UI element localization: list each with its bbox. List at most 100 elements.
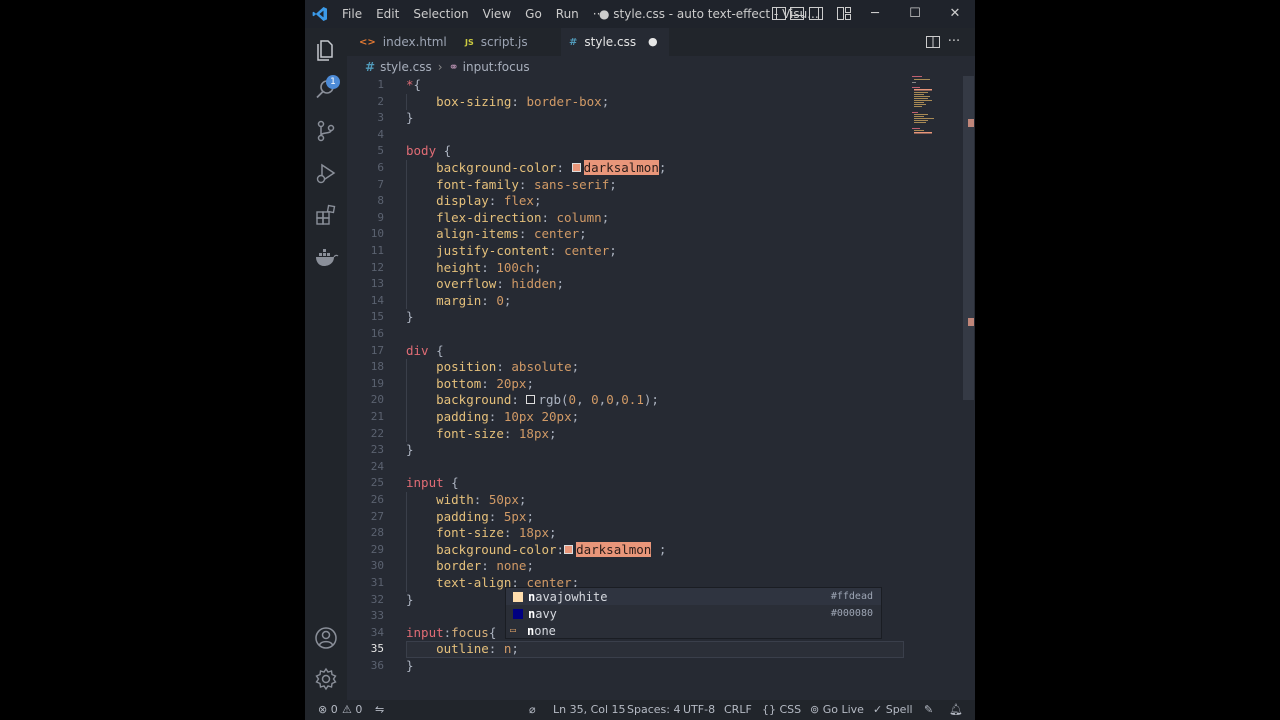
code-line[interactable]: background: rgb(0, 0,0,0.1); xyxy=(406,392,659,409)
tab-index-html[interactable]: <> index.html xyxy=(359,28,463,56)
code-token: background-color xyxy=(436,160,557,175)
menu-view[interactable]: View xyxy=(476,0,518,28)
code-line[interactable]: } xyxy=(406,592,414,609)
color-swatch-icon xyxy=(513,608,523,619)
code-line[interactable]: outline: n; xyxy=(406,641,519,658)
extensions-button[interactable] xyxy=(313,202,339,228)
feedback-icon[interactable]: ✎ xyxy=(924,700,933,720)
customize-layout-icon[interactable] xyxy=(837,7,851,20)
code-line[interactable]: } xyxy=(406,442,414,459)
cursor-position-status[interactable]: Ln 35, Col 15 xyxy=(553,700,626,720)
breadcrumb-symbol[interactable]: input:focus xyxy=(463,60,530,74)
split-editor-icon[interactable] xyxy=(926,35,940,49)
errors-status[interactable]: ⊗ 0 xyxy=(318,700,338,720)
spell-status[interactable]: ✓ Spell xyxy=(873,700,913,720)
suggestion-none[interactable]: ▭ n one xyxy=(506,622,881,639)
accounts-button[interactable] xyxy=(313,625,339,651)
value-keyword-icon: ▭ xyxy=(510,624,517,636)
more-actions-icon[interactable]: ··· xyxy=(947,35,961,49)
code-line[interactable]: position: absolute; xyxy=(406,359,579,376)
code-line[interactable]: overflow: hidden; xyxy=(406,276,564,293)
code-token: 0 xyxy=(496,292,504,308)
code-line[interactable]: font-family: sans-serif; xyxy=(406,177,617,194)
code-line[interactable]: margin: 0; xyxy=(406,293,511,310)
code-line[interactable]: background-color: darksalmon; xyxy=(406,160,666,177)
code-line[interactable]: padding: 10px 20px; xyxy=(406,409,579,426)
breadcrumb: # style.css › ⚭ input:focus xyxy=(365,58,530,76)
code-line[interactable]: } xyxy=(406,309,414,326)
menu-edit[interactable]: Edit xyxy=(369,0,406,28)
code-line[interactable]: flex-direction: column; xyxy=(406,210,609,227)
code-line[interactable]: align-items: center; xyxy=(406,226,587,243)
code-token: ; xyxy=(658,160,667,175)
code-token: text-align xyxy=(436,575,512,590)
source-control-button[interactable] xyxy=(313,118,339,144)
code-line[interactable]: } xyxy=(406,110,414,127)
code-line[interactable]: } xyxy=(406,658,414,675)
code-token: 5px xyxy=(503,508,527,524)
menu-selection[interactable]: Selection xyxy=(406,0,475,28)
live-share-icon[interactable]: ⇋ xyxy=(375,700,384,720)
code-line[interactable]: bottom: 20px; xyxy=(406,376,534,393)
code-line[interactable]: justify-content: center; xyxy=(406,243,617,260)
color-swatch-icon[interactable] xyxy=(526,395,536,405)
go-live-status[interactable]: ⊚ Go Live xyxy=(810,700,864,720)
tab-script-js[interactable]: JS script.js xyxy=(463,28,561,56)
maximize-button[interactable]: ☐ xyxy=(895,0,935,28)
suggestion-detail: #ffdead xyxy=(830,591,873,602)
menu-go[interactable]: Go xyxy=(518,0,549,28)
explorer-button[interactable] xyxy=(313,36,339,62)
encoding-status[interactable]: UTF-8 xyxy=(683,700,715,720)
docker-button[interactable] xyxy=(313,244,339,270)
code-line[interactable]: body { xyxy=(406,143,451,160)
code-line[interactable]: border: none; xyxy=(406,558,534,575)
git-commit-icon[interactable]: ⌀ xyxy=(529,700,536,720)
code-line[interactable]: box-sizing: border-box; xyxy=(406,94,609,111)
code-token: ; xyxy=(556,276,565,292)
code-line[interactable]: input:focus{ xyxy=(406,625,496,642)
language-mode-status[interactable]: {} CSS xyxy=(762,700,801,720)
eol-status[interactable]: CRLF xyxy=(724,700,752,720)
code-line[interactable]: display: flex; xyxy=(406,193,541,210)
suggestion-label: avajowhite xyxy=(535,589,608,604)
code-line[interactable]: background-color: darksalmon ; xyxy=(406,541,666,559)
menu-file[interactable]: File xyxy=(335,0,369,28)
code-line[interactable]: div { xyxy=(406,343,444,360)
code-line[interactable]: *{ xyxy=(406,77,421,94)
toggle-secondary-sidebar-icon[interactable] xyxy=(809,7,823,20)
code-line[interactable]: font-size: 18px; xyxy=(406,426,556,443)
unsaved-dot-icon[interactable]: ● xyxy=(648,28,658,56)
code-token: : xyxy=(481,375,497,391)
suggestion-detail: #000080 xyxy=(830,608,873,619)
code-line[interactable]: width: 50px; xyxy=(406,492,526,509)
files-icon xyxy=(317,40,333,61)
code-token: ; xyxy=(526,375,534,391)
minimize-button[interactable]: ─ xyxy=(855,0,895,28)
color-swatch-icon[interactable] xyxy=(564,544,574,554)
indentation-status[interactable]: Spaces: 4 xyxy=(627,700,680,720)
code-line[interactable]: input { xyxy=(406,475,459,492)
warnings-status[interactable]: ⚠ 0 xyxy=(342,700,362,720)
toggle-panel-icon[interactable] xyxy=(790,7,804,20)
code-line[interactable]: height: 100ch; xyxy=(406,260,541,277)
code-line[interactable]: padding: 5px; xyxy=(406,509,534,526)
close-window-button[interactable]: ✕ xyxy=(935,0,975,28)
line-number: 19 xyxy=(370,376,384,390)
breadcrumb-file[interactable]: style.css xyxy=(380,60,432,74)
code-line[interactable]: font-size: 18px; xyxy=(406,525,556,542)
manage-button[interactable] xyxy=(313,666,339,692)
toggle-primary-sidebar-icon[interactable] xyxy=(772,7,786,20)
code-token: } xyxy=(406,591,414,607)
menu-run[interactable]: Run xyxy=(549,0,586,28)
color-swatch-icon[interactable] xyxy=(571,163,581,172)
run-debug-button[interactable] xyxy=(313,160,339,186)
tab-style-css[interactable]: # style.css ● xyxy=(561,28,669,56)
notifications-bell-icon[interactable]: 🔔︎ xyxy=(949,700,963,720)
minimap[interactable] xyxy=(910,76,962,136)
suggestion-navajowhite[interactable]: n avajowhite #ffdead xyxy=(506,588,881,605)
code-token: padding xyxy=(436,409,489,424)
tab-label: index.html xyxy=(382,35,447,49)
suggestion-navy[interactable]: n avy #000080 xyxy=(506,605,881,622)
